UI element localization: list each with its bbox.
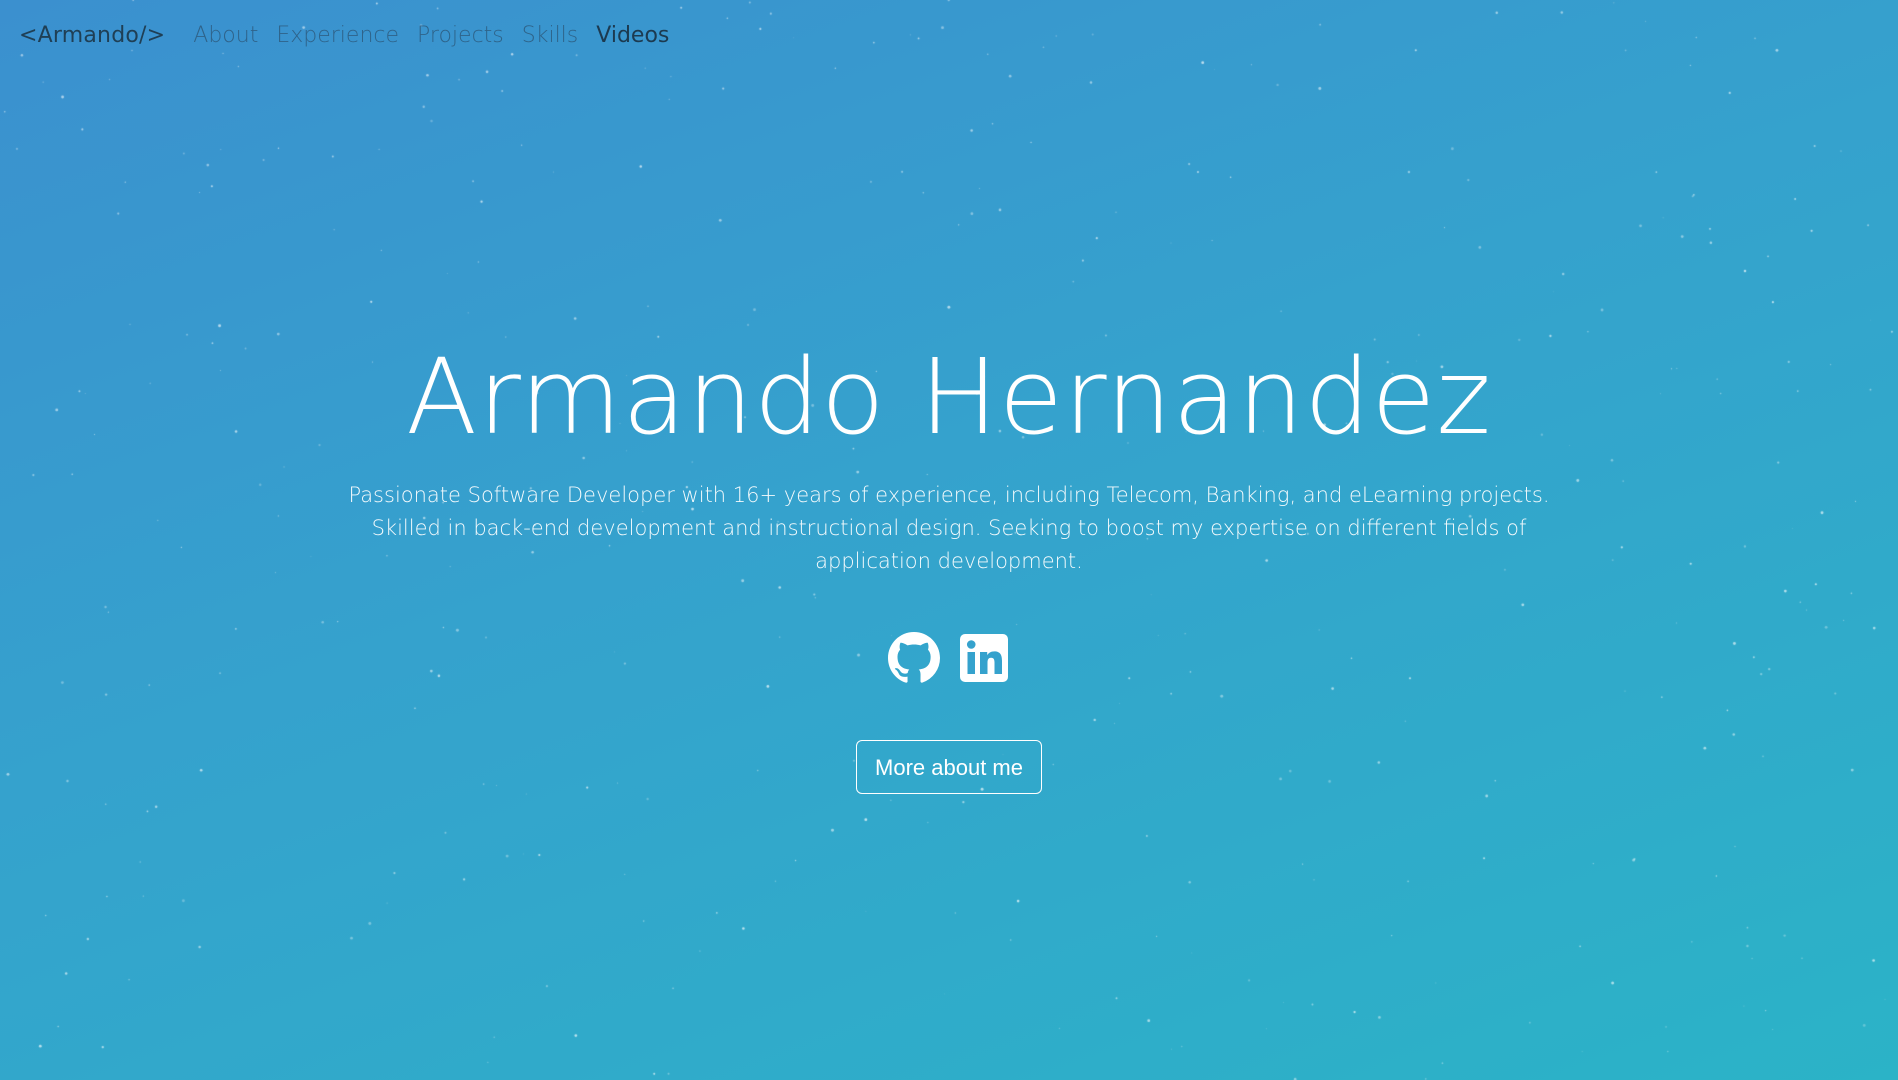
nav-link-videos[interactable]: Videos — [596, 23, 669, 48]
linkedin-link[interactable] — [958, 632, 1010, 684]
nav-link-projects[interactable]: Projects — [417, 23, 504, 48]
social-links — [0, 632, 1898, 684]
hero-description: Passionate Software Developer with 16+ y… — [348, 483, 1550, 573]
nav-link-skills[interactable]: Skills — [522, 23, 579, 48]
hero-section: Armando Hernandez Passionate Software De… — [0, 335, 1898, 794]
navbar: <Armando/> About Experience Projects Ski… — [19, 18, 687, 52]
github-icon — [888, 632, 940, 683]
cta-wrapper: More about me — [0, 740, 1898, 794]
nav-link-about[interactable]: About — [193, 23, 258, 48]
brand-logo[interactable]: <Armando/> — [19, 23, 165, 48]
nav-link-experience[interactable]: Experience — [276, 23, 399, 48]
more-about-me-button[interactable]: More about me — [856, 740, 1042, 794]
github-link[interactable] — [888, 632, 940, 684]
nav-links: About Experience Projects Skills Videos — [193, 23, 687, 48]
hero-title: Armando Hernandez — [406, 336, 1492, 458]
linkedin-icon — [960, 634, 1008, 682]
